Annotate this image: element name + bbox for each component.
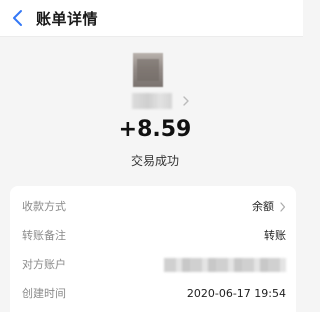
- page-title: 账单详情: [36, 10, 99, 28]
- transaction-status: 交易成功: [130, 154, 179, 168]
- detail-value: 2020-06-17 19:54: [186, 287, 286, 300]
- chevron-right-icon: [280, 202, 286, 212]
- detail-label: 转账备注: [22, 229, 66, 242]
- detail-row-created-time: 创建时间 2020-06-17 19:54: [10, 284, 296, 304]
- header-bar: 账单详情: [0, 0, 303, 36]
- counterparty-avatar[interactable]: [133, 53, 163, 87]
- chevron-left-icon[interactable]: [11, 9, 25, 27]
- detail-row-payment-method[interactable]: 收款方式 余额: [10, 197, 296, 217]
- detail-value: 余额: [252, 200, 274, 213]
- details-card: 收款方式 余额 转账备注 转账 对方账户 创建时间 2020-06-17 19:…: [10, 186, 296, 312]
- detail-row-counterparty-account: 对方账户: [10, 255, 296, 275]
- detail-label: 收款方式: [22, 200, 66, 213]
- counterparty-account-redacted: [164, 258, 286, 272]
- counterparty-name-redacted[interactable]: [132, 93, 172, 109]
- detail-label: 创建时间: [22, 287, 66, 300]
- detail-label: 对方账户: [22, 258, 66, 271]
- transaction-amount: +8.59: [118, 117, 192, 142]
- detail-row-transfer-note: 转账备注 转账: [10, 226, 296, 246]
- chevron-right-icon[interactable]: [182, 95, 190, 107]
- header-divider: [0, 36, 303, 37]
- detail-value: 转账: [264, 229, 286, 242]
